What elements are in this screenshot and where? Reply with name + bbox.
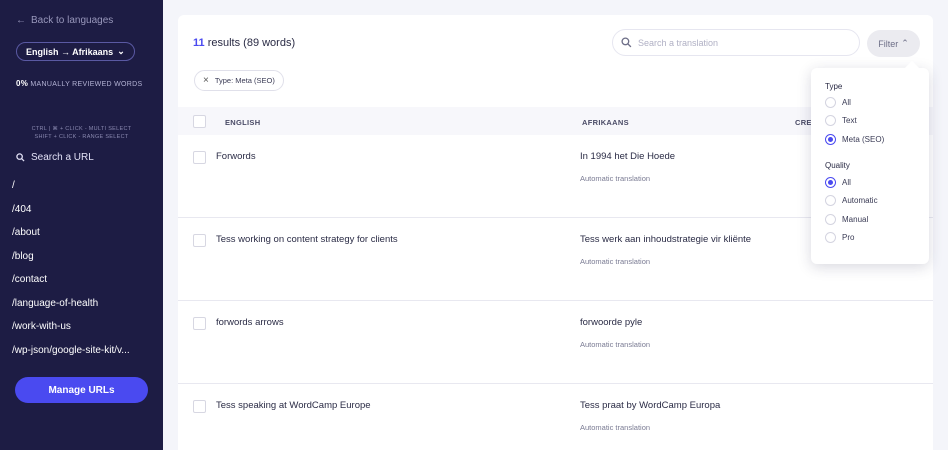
table-row[interactable]: forwords arrows forwoorde pyle Automatic… [178,301,933,384]
target-text[interactable]: In 1994 het Die Hoede [580,151,675,162]
type-option-label: Text [842,116,857,125]
quality-heading: Quality [825,161,850,170]
table-row[interactable]: Tess speaking at WordCamp Europe Tess pr… [178,384,933,450]
search-icon [16,153,25,162]
filter-button[interactable]: Filter ⌃ [867,30,920,57]
url-item[interactable]: /404 [12,204,152,215]
source-text: Tess working on content strategy for cli… [216,234,398,245]
chevron-down-icon: ⌄ [117,46,125,56]
manage-urls-button[interactable]: Manage URLs [15,377,148,403]
row-checkbox[interactable] [193,234,206,247]
chevron-up-icon: ⌃ [901,38,909,48]
type-option-text[interactable]: Text [825,115,857,126]
quality-option-label: Manual [842,215,869,224]
source-text: Forwords [216,151,256,162]
result-text: results (89 words) [207,37,296,49]
column-header-created: CRE [795,118,812,127]
type-option-meta[interactable]: Meta (SEO) [825,134,884,145]
target-text[interactable]: Tess praat by WordCamp Europa [580,400,720,411]
range-select-hint: SHIFT + CLICK - RANGE SELECT [34,134,129,140]
radio-button[interactable] [825,232,836,243]
translation-search-input[interactable] [638,37,838,48]
url-search-label: Search a URL [31,152,94,163]
translation-kind: Automatic translation [580,174,651,183]
sidebar: ← Back to languages English → Afrikaans … [0,0,163,450]
quality-option-all[interactable]: All [825,177,851,188]
translation-search[interactable] [612,29,860,56]
quality-option-label: All [842,178,851,187]
search-icon [621,37,632,48]
source-text: Tess speaking at WordCamp Europe [216,400,371,411]
type-option-label: All [842,98,851,107]
language-pair-select[interactable]: English → Afrikaans ⌄ [16,42,135,61]
url-item[interactable]: /contact [12,274,152,285]
url-item[interactable]: /blog [12,251,152,262]
reviewed-label: MANUALLY REVIEWED WORDS [30,81,143,88]
url-search[interactable]: Search a URL [16,152,94,163]
url-item[interactable]: /work-with-us [12,321,152,332]
row-checkbox[interactable] [193,400,206,413]
type-option-all[interactable]: All [825,97,851,108]
type-heading: Type [825,82,843,91]
url-item[interactable]: /about [12,227,152,238]
filter-label: Filter [878,38,899,49]
row-checkbox[interactable] [193,317,206,330]
result-count: 11 [193,37,205,49]
url-item[interactable]: /wp-json/google-site-kit/v... [12,345,152,356]
column-header-english: ENGLISH [225,118,261,127]
arrow-left-icon: ← [16,15,26,26]
quality-option-label: Pro [842,233,855,242]
active-filter-label: Type: Meta (SEO) [214,76,275,85]
translation-kind: Automatic translation [580,257,651,266]
radio-button[interactable] [825,115,836,126]
url-item[interactable]: / [12,180,152,191]
multi-select-hint: CTRL | ⌘ + CLICK - MULTI SELECT [31,126,132,132]
type-option-label: Meta (SEO) [842,135,885,144]
reviewed-stat: 0% MANUALLY REVIEWED WORDS [16,79,142,88]
radio-button-selected[interactable] [825,134,836,145]
results-summary: 11 results (89 words) [193,37,295,49]
row-checkbox[interactable] [193,151,206,164]
back-label: Back to languages [31,15,114,26]
source-text: forwords arrows [216,317,284,328]
radio-button[interactable] [825,97,836,108]
target-text[interactable]: Tess werk aan inhoudstrategie vir kliënt… [580,234,751,245]
column-header-afrikaans: AFRIKAANS [582,118,629,127]
quality-option-manual[interactable]: Manual [825,214,868,225]
radio-button[interactable] [825,214,836,225]
radio-button-selected[interactable] [825,177,836,188]
back-to-languages-link[interactable]: ← Back to languages [16,15,113,26]
reviewed-percent: 0% [16,79,29,88]
quality-option-label: Automatic [842,196,878,205]
language-pair-label: English → Afrikaans [26,46,114,57]
close-icon[interactable]: × [203,75,209,86]
quality-option-pro[interactable]: Pro [825,232,854,243]
filter-dropdown: Type All Text Meta (SEO) Quality All Aut… [811,60,929,264]
active-filter-chip: × Type: Meta (SEO) [194,70,284,91]
radio-button[interactable] [825,195,836,206]
target-text[interactable]: forwoorde pyle [580,317,642,328]
translation-kind: Automatic translation [580,423,651,432]
url-item[interactable]: /language-of-health [12,298,152,309]
select-all-checkbox[interactable] [193,115,206,128]
quality-option-automatic[interactable]: Automatic [825,195,878,206]
translation-kind: Automatic translation [580,340,651,349]
